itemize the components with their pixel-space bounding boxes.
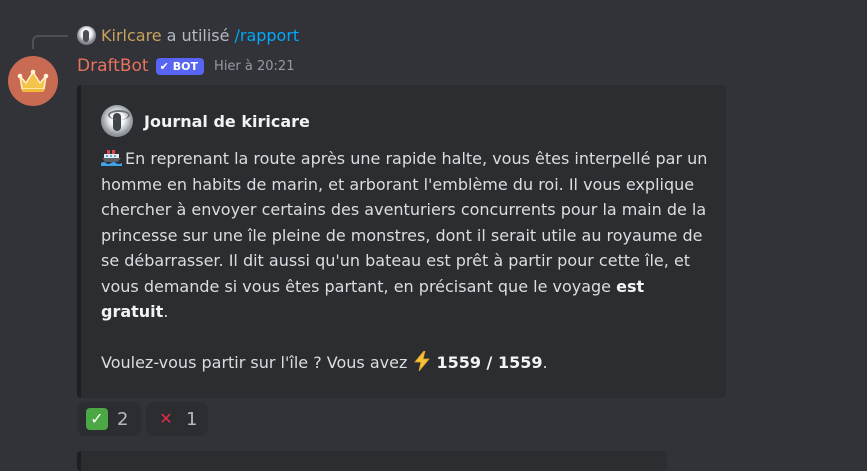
story-period: . [163, 302, 169, 321]
reply-command[interactable]: /rapport [234, 26, 299, 45]
bot-avatar[interactable] [8, 56, 58, 106]
white-check-mark-icon: ✓ [86, 408, 108, 430]
embed-author: Journal de kiricare [101, 105, 310, 137]
next-embed-card [77, 451, 667, 471]
message-timestamp[interactable]: Hier à 20:21 [214, 59, 294, 74]
verified-check-icon: ✔ [159, 59, 169, 73]
reaction-count: 1 [186, 408, 198, 430]
reply-user-avatar[interactable] [77, 25, 96, 45]
energy-value: 1559 / 1559 [436, 352, 543, 372]
story-text: En reprenant la route après une rapide h… [101, 149, 708, 296]
reaction-count: 2 [117, 408, 129, 430]
reply-verb: a utilisé [166, 25, 230, 45]
lightning-icon [414, 350, 431, 371]
embed-author-name: Journal de kiricare [144, 111, 310, 131]
reaction-cross[interactable]: ✕ 1 [146, 402, 208, 436]
bot-badge-label: BOT [172, 59, 199, 73]
embed-card: Journal de kiricare En reprenant la rout… [77, 85, 726, 398]
cross-mark-icon: ✕ [159, 409, 173, 428]
reply-connector [32, 35, 68, 49]
energy-period: . [542, 352, 548, 372]
reactions-bar: ✓ 2 ✕ 1 [77, 402, 208, 436]
question-text: Voulez-vous partir sur l'île ? Vous avez [101, 352, 408, 372]
reaction-check[interactable]: ✓ 2 [77, 402, 141, 436]
story-paragraph: En reprenant la route après une rapide h… [101, 146, 716, 325]
reply-context[interactable]: Kirlcare a utilisé /rapport [77, 24, 299, 46]
embed-description: En reprenant la route après une rapide h… [101, 146, 716, 375]
bot-badge: ✔ BOT [155, 57, 205, 75]
message-header: DraftBot ✔ BOT Hier à 20:21 [77, 54, 294, 78]
ship-icon [101, 150, 122, 166]
author-avatar-icon [101, 105, 133, 137]
bot-username[interactable]: DraftBot [77, 56, 149, 76]
question-paragraph: Voulez-vous partir sur l'île ? Vous avez… [101, 350, 716, 376]
reply-username[interactable]: Kirlcare [101, 26, 162, 45]
crown-icon [17, 69, 49, 92]
